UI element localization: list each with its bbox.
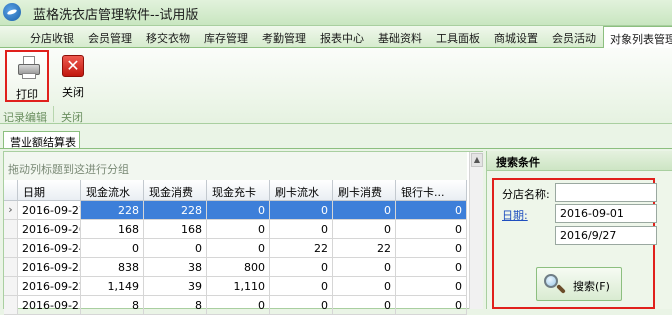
menu-member-management[interactable]: 会员管理 (88, 30, 132, 46)
row-indicator (4, 220, 18, 239)
cell-card-consumption[interactable]: 22 (333, 239, 396, 258)
group-label-close: 关闭 (61, 111, 83, 124)
row-indicator (4, 296, 18, 315)
group-label-records: 记录编辑 (3, 111, 47, 124)
cell-cash-flow[interactable]: 0 (81, 239, 144, 258)
cell-cash-flow[interactable]: 838 (81, 258, 144, 277)
app-title: 蓝格洗衣店管理软件--试用版 (33, 8, 199, 23)
cell-bank-card[interactable]: 0 (396, 220, 467, 239)
scroll-up-icon[interactable]: ▲ (471, 153, 483, 167)
cell-date[interactable]: 2016-09-23 (18, 258, 81, 277)
menu-mall-settings[interactable]: 商城设置 (494, 30, 538, 46)
search-button[interactable]: 搜索(F) (536, 267, 622, 301)
menu-report-center[interactable]: 报表中心 (320, 30, 364, 46)
cell-cash-consumption[interactable]: 8 (144, 296, 207, 315)
cell-cash-recharge[interactable]: 0 (207, 239, 270, 258)
column-header-bank-card[interactable]: 银行卡... (396, 180, 467, 201)
date-to-field[interactable]: 2016/9/27 (555, 226, 657, 245)
cell-date[interactable]: 2016-09-26 (18, 220, 81, 239)
cell-card-consumption[interactable]: 0 (333, 277, 396, 296)
cell-bank-card[interactable]: 0 (396, 277, 467, 296)
tab-divider (0, 148, 672, 149)
menu-attendance[interactable]: 考勤管理 (262, 30, 306, 46)
cell-cash-consumption[interactable]: 38 (144, 258, 207, 277)
cell-card-flow[interactable]: 0 (270, 296, 333, 315)
cell-cash-flow[interactable]: 228 (81, 201, 144, 220)
cell-date[interactable]: 2016-09-24 (18, 239, 81, 258)
date-from-field[interactable]: 2016-09-01 (555, 204, 657, 223)
ribbon: 打印 ✕ 关闭 记录编辑 关闭 (0, 48, 672, 124)
app-logo-icon (3, 3, 21, 21)
cell-cash-recharge[interactable]: 800 (207, 258, 270, 277)
printer-icon (18, 56, 40, 80)
column-header-cash-consumption[interactable]: 现金消费 (144, 180, 207, 201)
vertical-scrollbar[interactable]: ▲ (469, 152, 483, 309)
search-header: 搜索条件 (487, 151, 672, 171)
cell-card-flow[interactable]: 22 (270, 239, 333, 258)
cell-cash-flow[interactable]: 168 (81, 220, 144, 239)
cell-bank-card[interactable]: 0 (396, 201, 467, 220)
close-label: 关闭 (62, 86, 84, 99)
cell-cash-consumption[interactable]: 0 (144, 239, 207, 258)
cell-cash-flow[interactable]: 1,149 (81, 277, 144, 296)
column-header-date[interactable]: 日期 (18, 180, 81, 201)
column-header-card-flow[interactable]: 刷卡流水 (270, 180, 333, 201)
cell-card-flow[interactable]: 0 (270, 201, 333, 220)
column-header-card-consumption[interactable]: 刷卡消费 (333, 180, 396, 201)
cell-cash-recharge[interactable]: 0 (207, 296, 270, 315)
menu-object-list[interactable]: 对象列表管理 (603, 26, 672, 49)
cell-date[interactable]: 2016-09-21 (18, 296, 81, 315)
cell-bank-card[interactable]: 0 (396, 239, 467, 258)
magnifier-icon (542, 272, 566, 296)
cell-card-consumption[interactable]: 0 (333, 220, 396, 239)
cell-card-flow[interactable]: 0 (270, 277, 333, 296)
group-by-hint: 拖动列标题到这进行分组 (4, 152, 467, 180)
revenue-grid: 拖动列标题到这进行分组 ▲ 日期 现金流水 现金消费 现金充卡 刷卡流水 刷卡消… (3, 151, 483, 315)
menu-basic-data[interactable]: 基础资料 (378, 30, 422, 46)
menu-bar: 分店收银 会员管理 移交衣物 库存管理 考勤管理 报表中心 基础资料 工具面板 … (0, 26, 672, 49)
cell-date[interactable]: 2016-09-27 (18, 201, 81, 220)
menu-tool-panel[interactable]: 工具面板 (436, 30, 480, 46)
column-header-cash-recharge[interactable]: 现金充卡 (207, 180, 270, 201)
cell-card-consumption[interactable]: 0 (333, 201, 396, 220)
print-button[interactable]: 打印 (5, 50, 49, 102)
header-indicator (4, 180, 18, 201)
cell-date[interactable]: 2016-09-22 (18, 277, 81, 296)
cell-cash-consumption[interactable]: 39 (144, 277, 207, 296)
menu-store-cashier[interactable]: 分店收银 (30, 30, 74, 46)
row-indicator (4, 239, 18, 258)
title-bar: 蓝格洗衣店管理软件--试用版 (0, 0, 672, 26)
cell-cash-consumption[interactable]: 228 (144, 201, 207, 220)
cell-bank-card[interactable]: 0 (396, 258, 467, 277)
search-button-label: 搜索(F) (573, 280, 610, 293)
cell-cash-recharge[interactable]: 1,110 (207, 277, 270, 296)
cell-cash-consumption[interactable]: 168 (144, 220, 207, 239)
column-header-cash-flow[interactable]: 现金流水 (81, 180, 144, 201)
cell-card-consumption[interactable]: 0 (333, 296, 396, 315)
cell-card-flow[interactable]: 0 (270, 220, 333, 239)
row-indicator (4, 258, 18, 277)
group-separator (53, 106, 54, 122)
row-indicator (4, 277, 18, 296)
close-icon: ✕ (62, 55, 84, 77)
cell-cash-recharge[interactable]: 0 (207, 220, 270, 239)
cell-cash-flow[interactable]: 8 (81, 296, 144, 315)
cell-cash-recharge[interactable]: 0 (207, 201, 270, 220)
menu-member-activities[interactable]: 会员活动 (552, 30, 596, 46)
menu-inventory[interactable]: 库存管理 (204, 30, 248, 46)
menu-transfer-clothes[interactable]: 移交衣物 (146, 30, 190, 46)
search-panel: 搜索条件 分店名称: 日期: 2016-09-01 2016/9/27 搜索(F… (486, 151, 672, 309)
close-button[interactable]: ✕ 关闭 (56, 50, 90, 102)
tab-revenue-settlement[interactable]: 营业额结算表 (3, 131, 80, 149)
branch-name-label: 分店名称: (502, 188, 550, 201)
cell-bank-card[interactable]: 0 (396, 296, 467, 315)
branch-name-field[interactable] (555, 183, 657, 202)
cell-card-flow[interactable]: 0 (270, 258, 333, 277)
date-label[interactable]: 日期: (502, 207, 528, 223)
row-indicator: › (4, 201, 18, 220)
cell-card-consumption[interactable]: 0 (333, 258, 396, 277)
print-label: 打印 (16, 88, 38, 101)
